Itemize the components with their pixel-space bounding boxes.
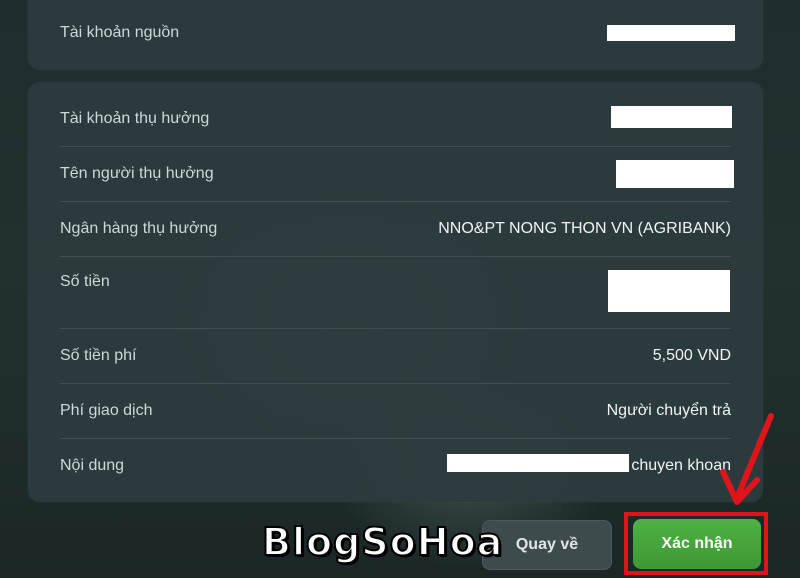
content-redaction <box>447 454 629 472</box>
back-button-label: Quay về <box>515 536 579 553</box>
red-arrow-icon <box>720 413 774 505</box>
divider <box>60 383 731 384</box>
source-account-redaction <box>607 25 735 41</box>
beneficiary-bank-value: NNO&PT NONG THON VN (AGRIBANK) <box>438 220 731 237</box>
amount-label: Số tiền <box>60 273 110 290</box>
confirm-highlight-box <box>624 512 768 575</box>
source-account-label: Tài khoản nguồn <box>60 24 180 41</box>
fee-row: Số tiền phí 5,500 VND <box>60 347 731 367</box>
content-label: Nội dung <box>60 457 125 474</box>
beneficiary-bank-row: Ngân hàng thụ hưởng NNO&PT NONG THON VN … <box>60 220 731 240</box>
divider <box>60 328 731 329</box>
source-account-card: Tài khoản nguồn <box>28 0 763 70</box>
fee-value: 5,500 VND <box>652 347 731 364</box>
fee-payer-value: Người chuyển trả <box>606 402 731 419</box>
divider <box>60 201 731 202</box>
beneficiary-name-label: Tên người thụ hưởng <box>60 165 214 182</box>
fee-payer-label: Phí giao dịch <box>60 402 153 419</box>
beneficiary-bank-label: Ngân hàng thụ hưởng <box>60 220 218 237</box>
beneficiary-name-redaction <box>616 160 734 188</box>
watermark-logo: BlogSoHoa <box>261 519 504 565</box>
divider <box>60 438 731 439</box>
fee-payer-row: Phí giao dịch Người chuyển trả <box>60 402 731 422</box>
divider <box>60 146 731 147</box>
divider <box>60 256 731 257</box>
content-row: Nội dung chuyen khoan <box>60 457 731 477</box>
beneficiary-account-label: Tài khoản thụ hưởng <box>60 110 210 127</box>
amount-redaction <box>608 270 730 312</box>
fee-label: Số tiền phí <box>60 347 137 364</box>
beneficiary-account-redaction <box>611 106 732 128</box>
transfer-details-card: Tài khoản thụ hưởng Tên người thụ hưởng … <box>28 82 763 502</box>
